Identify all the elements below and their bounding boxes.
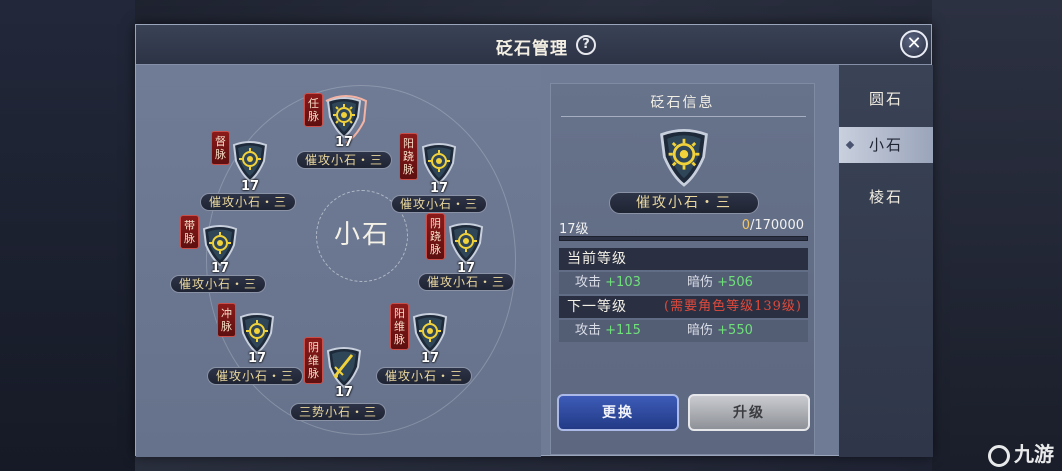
gem-name-plate: 催攻小石・三 (170, 275, 267, 293)
watermark-text: 九游 (1014, 442, 1054, 466)
info-title: 砭石信息 (650, 95, 715, 111)
meridian-tag: 带脉 (180, 215, 199, 249)
close-icon: ✕ (906, 33, 922, 54)
gem-slot-daimai[interactable]: 带脉 17 催攻小石・三 (170, 215, 304, 305)
level-requirement: (需要角色等级139级) (664, 299, 802, 314)
gem-name-plate: 催攻小石・三 (200, 193, 297, 211)
gem-slot-yangqiaomai[interactable]: 阳跷脉 17 催攻小石・三 (391, 133, 521, 223)
tab-label: 棱石 (868, 188, 903, 206)
meridian-tag: 冲脉 (217, 303, 236, 337)
gem-name-plate: 催攻小石・三 (418, 273, 515, 291)
attack-gem-icon (660, 129, 708, 187)
tab-prism-stone[interactable]: 棱石 (839, 179, 933, 215)
attack-gem-icon[interactable] (237, 311, 277, 355)
info-level: 17级 (559, 222, 589, 237)
next-level-header: 下一等级 (需要角色等级139级) (559, 296, 808, 318)
current-level-title: 当前等级 (567, 251, 627, 267)
meridian-wheel: 小石 任脉 17 催攻小石・三 阳跷脉 17 催攻小石・三 阴跷脉 17 催攻小… (136, 65, 541, 457)
exp-total: /170000 (749, 218, 804, 233)
tab-label: 小石 (868, 136, 903, 154)
gem-type-tabs: 圆石 小石 棱石 (839, 65, 933, 457)
meridian-tag: 阳跷脉 (399, 133, 418, 180)
active-indicator-icon (845, 140, 855, 150)
tab-label: 圆石 (868, 90, 903, 108)
close-button[interactable]: ✕ (900, 30, 928, 58)
tab-small-stone[interactable]: 小石 (839, 127, 933, 163)
stat-hidden-damage: 暗伤 +550 (687, 323, 753, 338)
stat-attack: 攻击 +103 (575, 275, 641, 290)
watermark-logo-icon (988, 444, 1010, 467)
gem-management-dialog: 砭石管理 ? ✕ 小石 任脉 17 催攻小石・三 阳跷脉 17 催攻小石・三 阴… (135, 24, 933, 457)
watermark: 九游 (988, 438, 1054, 467)
replace-button[interactable]: 更换 (557, 394, 679, 431)
info-gem-name: 催攻小石・三 (609, 192, 759, 214)
gem-slot-yinqiaomai[interactable]: 阴跷脉 17 催攻小石・三 (418, 213, 550, 303)
gem-name-plate: 催攻小石・三 (391, 195, 488, 213)
exp-progress-text: 0/170000 (742, 218, 804, 233)
meridian-tag: 阴跷脉 (426, 213, 445, 260)
background-left (0, 0, 135, 471)
meridian-tag: 督脉 (211, 131, 230, 165)
gem-slot-dumai[interactable]: 督脉 17 催攻小石・三 (200, 131, 338, 221)
dialog-title: 砭石管理 (496, 39, 568, 59)
current-stats-row: 攻击 +103 暗伤 +506 (559, 272, 808, 294)
info-divider (561, 116, 806, 117)
next-level-title: 下一等级 (567, 299, 627, 315)
upgrade-button[interactable]: 升级 (688, 394, 810, 431)
tab-round-stone[interactable]: 圆石 (839, 81, 933, 117)
stat-hidden-damage: 暗伤 +506 (687, 275, 753, 290)
gem-info-panel: 砭石信息 催攻小石・三 17级 0/170000 当前等级 攻击 +103 暗伤… (550, 83, 815, 455)
gem-name-plate: 三势小石・三 (290, 403, 387, 421)
attack-gem-icon[interactable] (230, 139, 270, 183)
attack-gem-icon[interactable] (446, 221, 486, 265)
gem-level: 17 (247, 351, 267, 366)
attack-gem-icon[interactable] (419, 141, 459, 185)
stat-attack: 攻击 +115 (575, 323, 641, 338)
dialog-titlebar: 砭石管理 ? ✕ (136, 25, 931, 65)
background-right (932, 0, 1062, 471)
gem-level: 17 (240, 179, 260, 194)
gem-level: 17 (429, 181, 449, 196)
next-stats-row: 攻击 +115 暗伤 +550 (559, 320, 808, 342)
exp-current: 0 (741, 218, 750, 233)
exp-progress-bar (559, 236, 808, 241)
gem-slot-chongmai[interactable]: 冲脉 17 催攻小石・三 (207, 303, 341, 393)
gem-name-plate: 催攻小石・三 (207, 367, 304, 385)
gem-level: 17 (210, 261, 230, 276)
current-level-header: 当前等级 (559, 248, 808, 270)
help-icon[interactable]: ? (576, 35, 596, 55)
